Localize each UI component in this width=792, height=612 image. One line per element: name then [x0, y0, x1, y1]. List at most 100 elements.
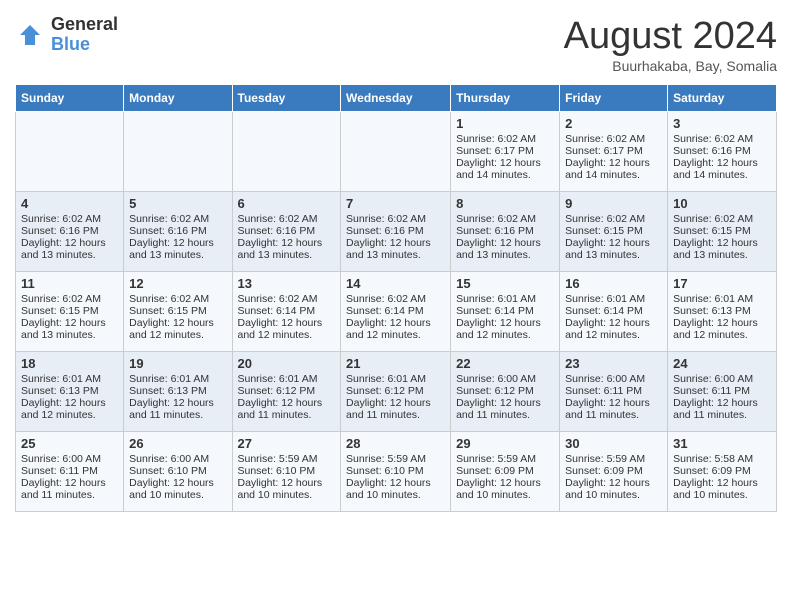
day-detail: Sunset: 6:14 PM	[456, 305, 554, 317]
day-detail: Sunrise: 6:02 AM	[456, 133, 554, 145]
page-header: General Blue August 2024 Buurhakaba, Bay…	[15, 15, 777, 74]
day-number: 1	[456, 116, 554, 131]
day-detail: Sunrise: 6:02 AM	[346, 213, 445, 225]
day-detail: and 11 minutes.	[565, 409, 662, 421]
table-row: 11Sunrise: 6:02 AMSunset: 6:15 PMDayligh…	[16, 272, 124, 352]
day-number: 12	[129, 276, 226, 291]
day-detail: Sunrise: 6:00 AM	[673, 373, 771, 385]
logo: General Blue	[15, 15, 118, 55]
day-detail: Sunset: 6:12 PM	[456, 385, 554, 397]
day-detail: and 12 minutes.	[673, 329, 771, 341]
day-number: 19	[129, 356, 226, 371]
header-sunday: Sunday	[16, 85, 124, 112]
day-number: 28	[346, 436, 445, 451]
day-detail: Sunrise: 6:02 AM	[238, 213, 336, 225]
day-detail: and 13 minutes.	[21, 249, 118, 261]
day-detail: Daylight: 12 hours	[238, 317, 336, 329]
header-tuesday: Tuesday	[232, 85, 341, 112]
table-row: 8Sunrise: 6:02 AMSunset: 6:16 PMDaylight…	[451, 192, 560, 272]
day-detail: Daylight: 12 hours	[565, 237, 662, 249]
table-row: 7Sunrise: 6:02 AMSunset: 6:16 PMDaylight…	[341, 192, 451, 272]
table-row: 9Sunrise: 6:02 AMSunset: 6:15 PMDaylight…	[560, 192, 668, 272]
day-number: 5	[129, 196, 226, 211]
table-row: 21Sunrise: 6:01 AMSunset: 6:12 PMDayligh…	[341, 352, 451, 432]
day-detail: Sunset: 6:12 PM	[238, 385, 336, 397]
header-friday: Friday	[560, 85, 668, 112]
table-row: 19Sunrise: 6:01 AMSunset: 6:13 PMDayligh…	[124, 352, 232, 432]
day-detail: and 10 minutes.	[456, 489, 554, 501]
day-detail: and 11 minutes.	[129, 409, 226, 421]
day-detail: Sunrise: 6:02 AM	[673, 133, 771, 145]
day-detail: Sunrise: 6:01 AM	[21, 373, 118, 385]
table-row: 30Sunrise: 5:59 AMSunset: 6:09 PMDayligh…	[560, 432, 668, 512]
header-wednesday: Wednesday	[341, 85, 451, 112]
day-detail: Daylight: 12 hours	[129, 237, 226, 249]
day-detail: Daylight: 12 hours	[565, 157, 662, 169]
day-detail: Sunset: 6:11 PM	[673, 385, 771, 397]
table-row: 14Sunrise: 6:02 AMSunset: 6:14 PMDayligh…	[341, 272, 451, 352]
day-detail: and 13 minutes.	[673, 249, 771, 261]
day-detail: Sunset: 6:13 PM	[673, 305, 771, 317]
day-detail: and 12 minutes.	[129, 329, 226, 341]
day-detail: and 13 minutes.	[346, 249, 445, 261]
day-number: 8	[456, 196, 554, 211]
day-detail: Daylight: 12 hours	[673, 317, 771, 329]
day-detail: Sunset: 6:12 PM	[346, 385, 445, 397]
day-number: 7	[346, 196, 445, 211]
table-row: 26Sunrise: 6:00 AMSunset: 6:10 PMDayligh…	[124, 432, 232, 512]
day-detail: and 14 minutes.	[673, 169, 771, 181]
day-detail: Sunrise: 6:01 AM	[565, 293, 662, 305]
day-detail: Sunrise: 5:59 AM	[456, 453, 554, 465]
table-row: 5Sunrise: 6:02 AMSunset: 6:16 PMDaylight…	[124, 192, 232, 272]
day-detail: Daylight: 12 hours	[346, 477, 445, 489]
day-detail: and 12 minutes.	[565, 329, 662, 341]
day-detail: Sunset: 6:11 PM	[565, 385, 662, 397]
logo-icon	[15, 20, 45, 50]
day-detail: Sunset: 6:11 PM	[21, 465, 118, 477]
day-detail: and 10 minutes.	[129, 489, 226, 501]
day-detail: and 14 minutes.	[456, 169, 554, 181]
table-row: 27Sunrise: 5:59 AMSunset: 6:10 PMDayligh…	[232, 432, 341, 512]
day-detail: Sunrise: 6:00 AM	[565, 373, 662, 385]
day-detail: Sunset: 6:14 PM	[346, 305, 445, 317]
day-detail: Sunset: 6:16 PM	[673, 145, 771, 157]
day-detail: Sunrise: 6:02 AM	[21, 213, 118, 225]
day-detail: Sunrise: 6:02 AM	[565, 133, 662, 145]
day-detail: and 13 minutes.	[565, 249, 662, 261]
day-number: 25	[21, 436, 118, 451]
day-detail: Sunset: 6:16 PM	[346, 225, 445, 237]
day-detail: and 12 minutes.	[346, 329, 445, 341]
day-number: 10	[673, 196, 771, 211]
table-row: 20Sunrise: 6:01 AMSunset: 6:12 PMDayligh…	[232, 352, 341, 432]
day-detail: and 11 minutes.	[238, 409, 336, 421]
day-detail: Sunset: 6:15 PM	[129, 305, 226, 317]
day-detail: Sunset: 6:14 PM	[565, 305, 662, 317]
day-detail: Daylight: 12 hours	[346, 317, 445, 329]
table-row: 22Sunrise: 6:00 AMSunset: 6:12 PMDayligh…	[451, 352, 560, 432]
table-row	[16, 112, 124, 192]
day-detail: Sunset: 6:15 PM	[21, 305, 118, 317]
day-detail: Daylight: 12 hours	[129, 317, 226, 329]
day-detail: and 11 minutes.	[346, 409, 445, 421]
day-detail: and 11 minutes.	[456, 409, 554, 421]
table-row: 2Sunrise: 6:02 AMSunset: 6:17 PMDaylight…	[560, 112, 668, 192]
table-row: 1Sunrise: 6:02 AMSunset: 6:17 PMDaylight…	[451, 112, 560, 192]
day-detail: Sunset: 6:16 PM	[456, 225, 554, 237]
day-detail: Daylight: 12 hours	[456, 317, 554, 329]
day-detail: Daylight: 12 hours	[673, 237, 771, 249]
day-detail: Sunset: 6:10 PM	[238, 465, 336, 477]
day-detail: Daylight: 12 hours	[673, 157, 771, 169]
calendar-title: August 2024	[564, 15, 777, 58]
day-detail: Sunrise: 5:59 AM	[238, 453, 336, 465]
day-number: 13	[238, 276, 336, 291]
day-detail: and 10 minutes.	[565, 489, 662, 501]
day-number: 31	[673, 436, 771, 451]
day-detail: Sunset: 6:10 PM	[346, 465, 445, 477]
day-detail: Daylight: 12 hours	[238, 237, 336, 249]
header-monday: Monday	[124, 85, 232, 112]
day-number: 2	[565, 116, 662, 131]
day-detail: Sunrise: 6:02 AM	[456, 213, 554, 225]
day-number: 21	[346, 356, 445, 371]
day-detail: Sunrise: 5:59 AM	[565, 453, 662, 465]
day-detail: Daylight: 12 hours	[565, 477, 662, 489]
